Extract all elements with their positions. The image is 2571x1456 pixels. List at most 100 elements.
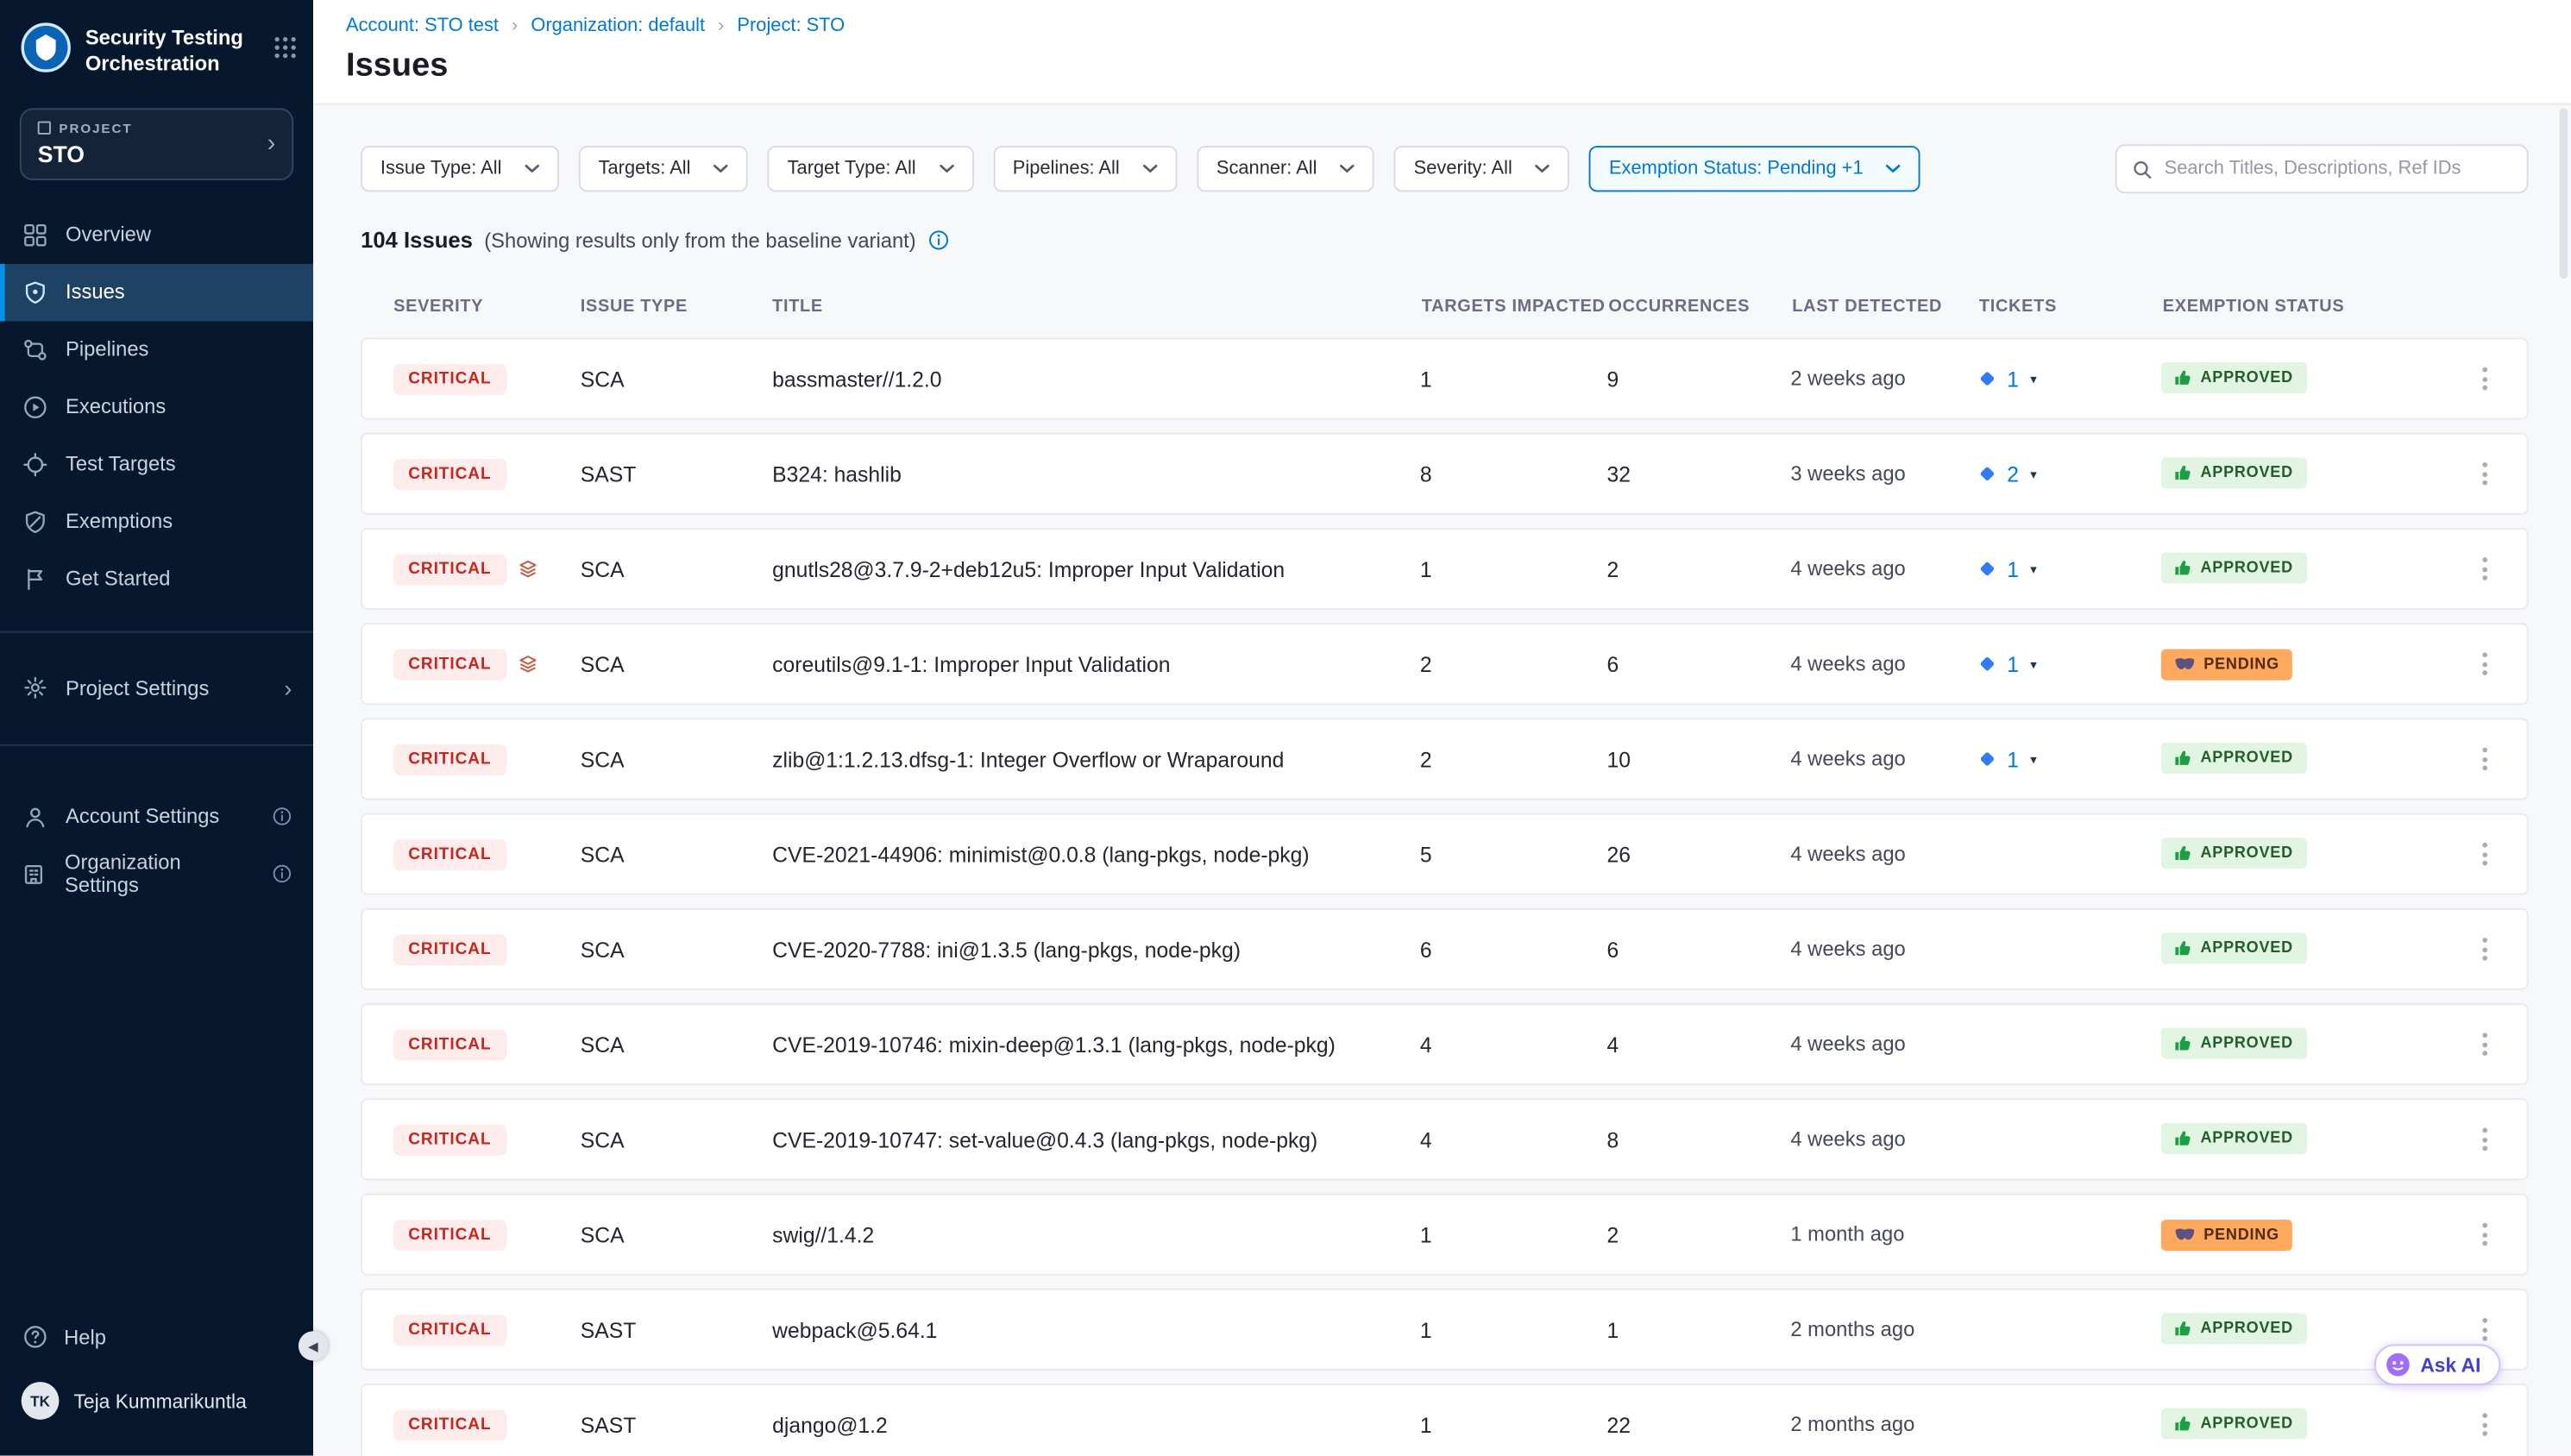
filter-pill-exemption-status[interactable]: Exemption Status: Pending +1 bbox=[1589, 146, 1920, 191]
issue-row[interactable]: CRITICAL SCA gnutls28@3.7.9-2+deb12u5: I… bbox=[361, 528, 2528, 610]
avatar: TK bbox=[22, 1382, 60, 1420]
sidebar-item-label: Test Targets bbox=[66, 453, 176, 476]
severity-cell: CRITICAL bbox=[393, 1409, 581, 1440]
sidebar-item-account-settings[interactable]: Account Settings bbox=[0, 788, 313, 845]
row-menu-button[interactable] bbox=[2467, 641, 2500, 687]
last-detected: 4 weeks ago bbox=[1790, 1128, 1977, 1152]
row-menu-button[interactable] bbox=[2467, 451, 2500, 497]
exemption-status-badge: APPROVED bbox=[2161, 743, 2306, 774]
row-menu-button[interactable] bbox=[2467, 736, 2500, 781]
chevron-down-icon: ▾ bbox=[2030, 562, 2037, 576]
severity-cell: CRITICAL bbox=[393, 1124, 581, 1155]
occurrences: 4 bbox=[1606, 1032, 1790, 1057]
issue-row[interactable]: CRITICAL SCA swig//1.4.2 1 2 1 month ago… bbox=[361, 1194, 2528, 1276]
sidebar-item-test-targets[interactable]: Test Targets bbox=[0, 436, 313, 493]
filter-pill-scanner[interactable]: Scanner: All bbox=[1197, 146, 1374, 191]
ask-ai-button[interactable]: Ask AI bbox=[2374, 1344, 2500, 1385]
issue-title[interactable]: CVE-2019-10746: mixin-deep@1.3.1 (lang-p… bbox=[772, 1032, 1420, 1057]
project-selector[interactable]: PROJECT STO › bbox=[20, 107, 293, 179]
sidebar-item-executions[interactable]: Executions bbox=[0, 378, 313, 436]
filter-pill-issue-type[interactable]: Issue Type: All bbox=[361, 146, 559, 191]
tickets-cell[interactable]: 1 ▾ bbox=[1977, 556, 2161, 581]
app-grid-icon[interactable] bbox=[273, 22, 297, 67]
info-icon[interactable] bbox=[272, 806, 292, 826]
issue-row[interactable]: CRITICAL SCA CVE-2021-44906: minimist@0.… bbox=[361, 813, 2528, 895]
sidebar-item-issues[interactable]: Issues bbox=[0, 263, 313, 321]
sidebar-item-organization-settings[interactable]: Organization Settings bbox=[0, 845, 313, 903]
scrollbar[interactable] bbox=[2560, 108, 2568, 279]
occurrences: 8 bbox=[1606, 1127, 1790, 1152]
user-profile[interactable]: TK Teja Kummarikuntla bbox=[0, 1362, 313, 1442]
tickets-cell[interactable]: 1 ▾ bbox=[1977, 747, 2161, 772]
filter-pill-severity[interactable]: Severity: All bbox=[1394, 146, 1570, 191]
issue-title[interactable]: bassmaster//1.2.0 bbox=[772, 367, 1420, 392]
ask-ai-label: Ask AI bbox=[2420, 1353, 2480, 1377]
issue-title[interactable]: CVE-2020-7788: ini@1.3.5 (lang-pkgs, nod… bbox=[772, 937, 1420, 962]
info-icon[interactable] bbox=[927, 229, 949, 251]
issue-title[interactable]: CVE-2019-10747: set-value@0.4.3 (lang-pk… bbox=[772, 1127, 1420, 1152]
filter-bar: Issue Type: All Targets: All Target Type… bbox=[361, 144, 2528, 193]
filter-pill-target-type[interactable]: Target Type: All bbox=[768, 146, 973, 191]
project-label: PROJECT bbox=[38, 121, 267, 135]
issue-title[interactable]: zlib@1:1.2.13.dfsg-1: Integer Overflow o… bbox=[772, 747, 1420, 772]
issue-row[interactable]: CRITICAL SCA CVE-2019-10747: set-value@0… bbox=[361, 1098, 2528, 1180]
breadcrumb-link-account[interactable]: Account: STO test bbox=[346, 16, 499, 36]
sidebar-item-project-settings[interactable]: Project Settings › bbox=[0, 655, 313, 720]
issue-title[interactable]: B324: hashlib bbox=[772, 461, 1420, 486]
issue-row[interactable]: CRITICAL SCA coreutils@9.1-1: Improper I… bbox=[361, 623, 2528, 705]
layers-icon bbox=[518, 654, 537, 674]
sidebar-item-exemptions[interactable]: Exemptions bbox=[0, 493, 313, 550]
test-targets-icon bbox=[22, 452, 47, 477]
issue-type: SCA bbox=[581, 747, 772, 772]
sidebar-collapse-button[interactable]: ◀ bbox=[299, 1331, 328, 1360]
filter-pill-targets[interactable]: Targets: All bbox=[579, 146, 748, 191]
sidebar-item-help[interactable]: Help bbox=[0, 1311, 313, 1362]
severity-badge: CRITICAL bbox=[393, 553, 506, 584]
row-menu-button[interactable] bbox=[2467, 1211, 2500, 1257]
tickets-cell[interactable]: 1 ▾ bbox=[1977, 651, 2161, 676]
row-menu-button[interactable] bbox=[2467, 1116, 2500, 1162]
sidebar-item-get-started[interactable]: Get Started bbox=[0, 550, 313, 608]
breadcrumb-link-organization[interactable]: Organization: default bbox=[531, 16, 705, 36]
sidebar-item-pipelines[interactable]: Pipelines bbox=[0, 321, 313, 379]
issue-row[interactable]: CRITICAL SCA CVE-2020-7788: ini@1.3.5 (l… bbox=[361, 908, 2528, 990]
search-box[interactable] bbox=[2115, 144, 2529, 193]
last-detected: 4 weeks ago bbox=[1790, 652, 1977, 675]
row-menu-button[interactable] bbox=[2467, 355, 2500, 401]
sidebar-item-label: Exemptions bbox=[66, 510, 173, 533]
issue-row[interactable]: CRITICAL SAST B324: hashlib 8 32 3 weeks… bbox=[361, 433, 2528, 515]
issue-title[interactable]: swig//1.4.2 bbox=[772, 1222, 1420, 1247]
row-menu-button[interactable] bbox=[2467, 546, 2500, 592]
issue-row[interactable]: CRITICAL SCA bassmaster//1.2.0 1 9 2 wee… bbox=[361, 338, 2528, 420]
row-menu-button[interactable] bbox=[2467, 1021, 2500, 1067]
app-window: Security Testing Orchestration PROJECT S… bbox=[0, 0, 2571, 1456]
exemption-status-cell: APPROVED bbox=[2161, 838, 2461, 870]
severity-badge: CRITICAL bbox=[393, 649, 506, 680]
chevron-down-icon bbox=[1340, 164, 1355, 173]
issue-row[interactable]: CRITICAL SAST webpack@5.64.1 1 1 2 month… bbox=[361, 1289, 2528, 1371]
exemption-status-badge: APPROVED bbox=[2161, 552, 2306, 583]
row-menu-button[interactable] bbox=[2467, 832, 2500, 877]
search-input[interactable] bbox=[2165, 159, 2512, 179]
issue-title[interactable]: coreutils@9.1-1: Improper Input Validati… bbox=[772, 651, 1420, 676]
jira-ticket-icon bbox=[1977, 559, 1997, 579]
issue-title[interactable]: django@1.2 bbox=[772, 1412, 1420, 1437]
row-menu-button[interactable] bbox=[2467, 1402, 2500, 1447]
filter-pill-pipelines[interactable]: Pipelines: All bbox=[993, 146, 1177, 191]
account-icon bbox=[22, 804, 47, 829]
issue-title[interactable]: webpack@5.64.1 bbox=[772, 1317, 1420, 1342]
chevron-down-icon bbox=[1886, 164, 1901, 173]
organization-icon bbox=[22, 862, 47, 887]
breadcrumb-link-project[interactable]: Project: STO bbox=[737, 16, 845, 36]
issue-row[interactable]: CRITICAL SCA zlib@1:1.2.13.dfsg-1: Integ… bbox=[361, 718, 2528, 800]
sidebar-item-overview[interactable]: Overview bbox=[0, 206, 313, 264]
tickets-cell[interactable]: 2 ▾ bbox=[1977, 461, 2161, 486]
issue-title[interactable]: gnutls28@3.7.9-2+deb12u5: Improper Input… bbox=[772, 556, 1420, 581]
row-menu-button[interactable] bbox=[2467, 926, 2500, 972]
issue-title[interactable]: CVE-2021-44906: minimist@0.0.8 (lang-pkg… bbox=[772, 842, 1420, 867]
issue-row[interactable]: CRITICAL SCA CVE-2019-10746: mixin-deep@… bbox=[361, 1003, 2528, 1085]
info-icon[interactable] bbox=[272, 864, 292, 884]
issue-type: SCA bbox=[581, 1127, 772, 1152]
tickets-cell[interactable]: 1 ▾ bbox=[1977, 367, 2161, 392]
issue-row[interactable]: CRITICAL SAST django@1.2 1 22 2 months a… bbox=[361, 1384, 2528, 1456]
